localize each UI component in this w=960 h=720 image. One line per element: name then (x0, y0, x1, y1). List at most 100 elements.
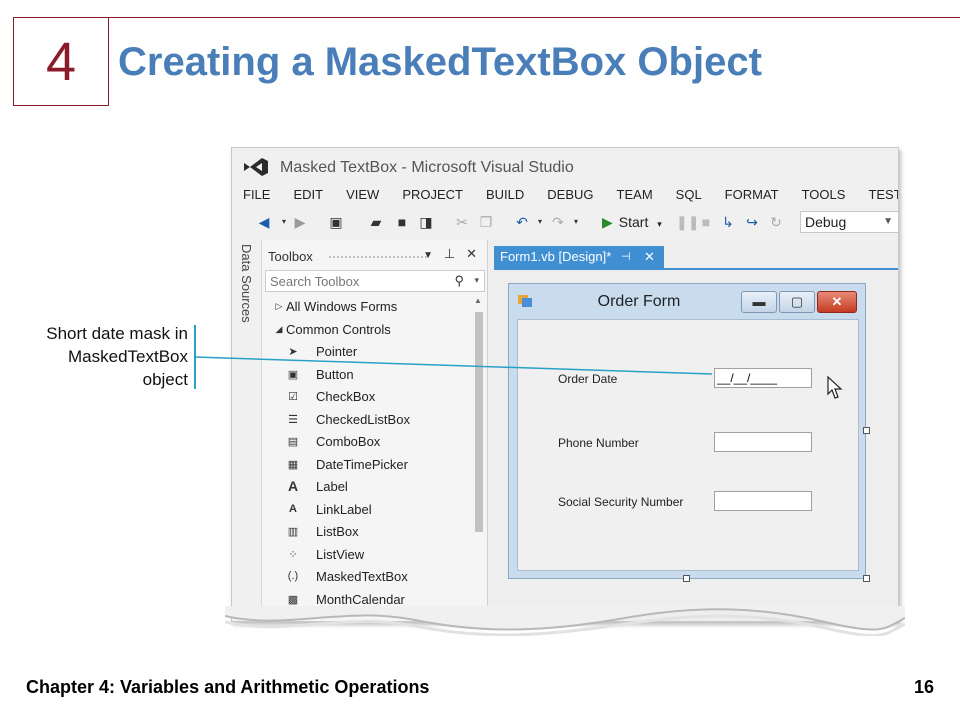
button-icon: ▣ (287, 368, 299, 381)
chapter-number-box: 4 (13, 17, 109, 106)
callout-line-2: MaskedTextBox (68, 347, 188, 366)
expand-arrow-icon: ▷ (275, 301, 283, 311)
label-icon: A (287, 478, 299, 494)
callout-bracket (194, 325, 196, 389)
redo-icon[interactable]: ↷ (550, 214, 566, 230)
toolbox-item-label[interactable]: A Label (262, 476, 472, 499)
stop-icon[interactable]: ■ (698, 214, 714, 230)
menu-format[interactable]: FORMAT (714, 184, 779, 206)
menu-view[interactable]: VIEW (335, 184, 379, 206)
mouse-pointer-icon (827, 376, 843, 399)
toolbox-item-listview[interactable]: ⁘ ListView (262, 544, 472, 567)
cut-icon[interactable]: ✂ (454, 214, 470, 230)
toolbox-grip[interactable] (328, 255, 428, 259)
collapse-arrow-icon: ◢ (275, 323, 283, 334)
toolbox-item-linklabel[interactable]: A LinkLabel (262, 499, 472, 522)
new-project-icon[interactable]: ▣ (328, 214, 344, 230)
ssn-textbox[interactable] (714, 491, 812, 511)
tab-form1-design[interactable]: Form1.vb [Design]* ⊣ ✕ (494, 246, 664, 268)
tab-close-icon[interactable]: ✕ (644, 246, 655, 268)
resize-handle-corner[interactable] (863, 575, 870, 582)
callout-line-3: object (142, 370, 188, 389)
toolbox-header: Toolbox ▼ ⊥ ✕ (262, 240, 487, 268)
back-icon[interactable]: ◀ (256, 214, 272, 230)
toolbox-item-combobox[interactable]: ▤ ComboBox (262, 431, 472, 454)
start-dropdown-icon[interactable]: ▾ (657, 219, 662, 229)
step-into-icon[interactable]: ↳ (720, 214, 736, 230)
title-rule (109, 17, 960, 18)
toolbox-item-datetimepicker[interactable]: ▦ DateTimePicker (262, 454, 472, 477)
toolbox-item-listbox[interactable]: ▥ ListBox (262, 521, 472, 544)
menu-test[interactable]: TEST (857, 184, 898, 206)
close-button[interactable]: ✕ (817, 291, 857, 313)
minimize-button[interactable]: ▬ (741, 291, 777, 313)
toolbox-window-buttons: ▼ ⊥ ✕ (423, 246, 477, 262)
order-date-masked-textbox[interactable] (714, 368, 812, 388)
toolbox-item-checkbox[interactable]: ☑ CheckBox (262, 386, 472, 409)
undo-icon[interactable]: ↶ (514, 214, 530, 230)
resize-handle-bottom[interactable] (683, 575, 690, 582)
menu-project[interactable]: PROJECT (391, 184, 463, 206)
solution-config-select[interactable]: Debug ▼ (800, 211, 898, 233)
menu-tools[interactable]: TOOLS (791, 184, 846, 206)
tab-pin-icon[interactable]: ⊣ (621, 246, 631, 268)
menu-sql[interactable]: SQL (665, 184, 702, 206)
start-label: Start (618, 214, 649, 230)
maximize-button[interactable]: ▢ (779, 291, 815, 313)
scroll-up-icon[interactable]: ▲ (474, 296, 482, 305)
open-file-icon[interactable]: ▰ (368, 214, 384, 230)
search-icon[interactable]: ⚲ (454, 273, 464, 289)
undo-dropdown-icon[interactable]: ▾ (532, 214, 548, 230)
step-over-icon[interactable]: ↪ (744, 214, 760, 230)
menu-file[interactable]: FILE (232, 184, 270, 206)
checkedlistbox-icon: ☰ (288, 413, 298, 426)
copy-icon[interactable]: ❐ (478, 214, 494, 230)
menu-team[interactable]: TEAM (606, 184, 653, 206)
order-form-window[interactable]: Order Form ▬ ▢ ✕ Order Date Phone Number… (508, 283, 866, 579)
toolbox-item-button[interactable]: ▣ Button (262, 364, 472, 387)
toolbox-menu-icon[interactable]: ▼ (423, 250, 433, 261)
maskedtextbox-icon: (.) (287, 570, 299, 582)
toolbox-item-label: MonthCalendar (316, 591, 405, 607)
footer-chapter-title: Chapter 4: Variables and Arithmetic Oper… (26, 677, 430, 697)
ssn-label: Social Security Number (558, 495, 684, 509)
torn-edge (225, 606, 905, 636)
toolbox-category-all-windows-forms[interactable]: ▷ All Windows Forms (262, 296, 472, 319)
maximize-icon: ▢ (790, 294, 804, 309)
monthcalendar-icon: ▩ (287, 593, 299, 606)
back-dropdown-icon[interactable]: ▾ (276, 214, 292, 230)
toolbox-scrollbar[interactable]: ▲ (473, 296, 485, 536)
data-sources-label: Data Sources (239, 244, 254, 323)
save-icon[interactable]: ■ (394, 214, 410, 230)
toolbox-item-label: ComboBox (316, 434, 381, 449)
start-button[interactable]: ▶ Start ▾ (602, 214, 662, 231)
data-sources-tab[interactable]: Data Sources (232, 240, 262, 621)
resize-handle-right[interactable] (863, 427, 870, 434)
toolbox-category-label: Common Controls (286, 321, 391, 337)
vs-toolbar: ◀ ▾ ▶ ▣ ▰ ■ ◨ ✂ ❐ ↶ ▾ ↷ ▾ ▶ Start ▾ ❚❚ ■ … (232, 208, 898, 236)
toolbox-close-icon[interactable]: ✕ (466, 246, 477, 261)
toolbox-title: Toolbox (268, 249, 313, 264)
menu-debug[interactable]: DEBUG (536, 184, 593, 206)
search-dropdown-icon[interactable]: ▾ (474, 275, 479, 286)
toolbox-search: ⚲ ▾ (265, 270, 485, 292)
pin-icon[interactable]: ⊥ (444, 246, 455, 261)
scrollbar-thumb[interactable] (475, 312, 483, 532)
toolbox-item-maskedtextbox[interactable]: (.) MaskedTextBox (262, 566, 472, 589)
save-all-icon[interactable]: ◨ (418, 214, 434, 230)
toolbox-search-input[interactable] (266, 271, 446, 291)
phone-number-textbox[interactable] (714, 432, 812, 452)
toolbox-item-pointer[interactable]: ➤ Pointer (262, 341, 472, 364)
toolbox-item-checkedlistbox[interactable]: ☰ CheckedListBox (262, 409, 472, 432)
redo-dropdown-icon[interactable]: ▾ (568, 214, 584, 230)
toolbox-category-common-controls[interactable]: ◢ Common Controls (262, 319, 472, 342)
toolbox-item-label: Button (316, 366, 354, 382)
forward-icon[interactable]: ▶ (292, 214, 308, 230)
menu-edit[interactable]: EDIT (282, 184, 323, 206)
toolbox-item-label: ListBox (316, 524, 359, 539)
listview-icon: ⁘ (288, 548, 298, 561)
pointer-icon: ➤ (288, 346, 298, 358)
menu-build[interactable]: BUILD (475, 184, 524, 206)
pause-icon[interactable]: ❚❚ (676, 214, 699, 230)
restart-icon[interactable]: ↻ (768, 214, 784, 230)
